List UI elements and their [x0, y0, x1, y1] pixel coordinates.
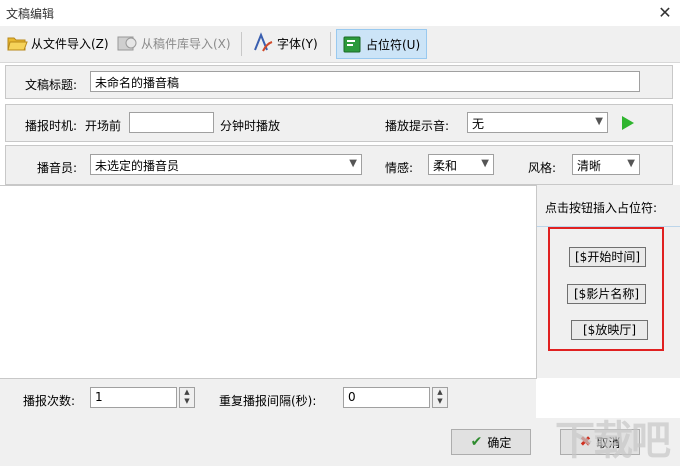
toolbar-divider: [241, 32, 242, 56]
emotion-select[interactable]: 柔和 ▼: [428, 154, 494, 175]
placeholder-button[interactable]: 占位符(U): [336, 29, 428, 59]
placeholder-label: 占位符(U): [366, 37, 421, 52]
minutes-input[interactable]: [129, 112, 214, 133]
window-title: 文稿编辑: [6, 7, 55, 21]
announcer-value: 未选定的播音员: [95, 159, 180, 173]
green-book-icon: [343, 36, 361, 53]
minutes-label: 分钟时播放: [220, 119, 281, 133]
interval-input[interactable]: 0: [343, 387, 430, 408]
import-file-button[interactable]: 从文件导入(Z): [6, 29, 109, 57]
toolbar-divider: [330, 32, 331, 56]
watermark: 下载吧: [555, 418, 671, 464]
toolbar: 从文件导入(Z) 从稿件库导入(X) 字体(Y) 占位符(U): [0, 26, 680, 63]
emotion-label: 情感:: [385, 161, 414, 175]
import-library-button[interactable]: 从稿件库导入(X): [116, 29, 231, 57]
title-label: 文稿标题:: [25, 78, 78, 92]
import-library-label: 从稿件库导入(X): [141, 36, 231, 51]
ok-label: 确定: [487, 435, 512, 450]
announcer-select[interactable]: 未选定的播音员 ▼: [90, 154, 362, 175]
repeat-row: 播报次数: 1 ▲ ▼ 重复播报间隔(秒): 0 ▲ ▼: [0, 378, 536, 419]
close-icon[interactable]: ✕: [650, 0, 680, 26]
sound-value: 无: [472, 117, 485, 131]
before-label: 开场前: [85, 119, 122, 133]
font-button[interactable]: 字体(Y): [252, 29, 318, 57]
timing-row: 播报时机: 开场前 分钟时播放 播放提示音: 无 ▼: [5, 104, 673, 142]
time-label: 播报时机:: [25, 119, 78, 133]
count-label: 播报次数:: [23, 394, 76, 408]
import-file-label: 从文件导入(Z): [31, 36, 109, 51]
title-bar: 文稿编辑 ✕: [0, 0, 680, 26]
chevron-down-icon: ▼: [481, 158, 489, 169]
ok-button[interactable]: ✔ 确定: [451, 429, 531, 455]
style-value: 清晰: [577, 159, 602, 173]
sound-select[interactable]: 无 ▼: [467, 112, 608, 133]
sound-label: 播放提示音:: [385, 119, 450, 133]
check-icon: ✔: [470, 434, 483, 450]
emotion-value: 柔和: [433, 159, 458, 173]
chevron-down-icon: ▼: [349, 158, 357, 169]
insert-movie-name-button[interactable]: [$影片名称]: [567, 284, 646, 304]
folder-open-icon: [7, 37, 28, 51]
chevron-down-icon: ▼: [595, 116, 603, 127]
style-select[interactable]: 清晰 ▼: [572, 154, 640, 175]
interval-label: 重复播报间隔(秒):: [219, 394, 317, 408]
font-label: 字体(Y): [277, 36, 318, 51]
announcer-label: 播音员:: [37, 161, 78, 175]
style-label: 风格:: [528, 161, 557, 175]
title-row: 文稿标题: 未命名的播音稿: [5, 65, 673, 99]
count-input[interactable]: 1: [90, 387, 177, 408]
library-icon: [117, 36, 137, 51]
insert-start-time-button[interactable]: [$开始时间]: [569, 247, 646, 267]
chevron-down-icon: ▼: [627, 158, 635, 169]
dialog-window: 文稿编辑 ✕ 从文件导入(Z) 从稿件库导入(X) 字体(Y) 占位符(U) 文…: [0, 0, 680, 466]
insert-hall-button[interactable]: [$放映厅]: [571, 320, 648, 340]
announcer-row: 播音员: 未选定的播音员 ▼ 情感: 柔和 ▼ 风格: 清晰 ▼: [5, 145, 673, 185]
interval-spinner[interactable]: ▲ ▼: [432, 387, 448, 408]
content-editor[interactable]: [0, 185, 537, 379]
count-spinner[interactable]: ▲ ▼: [179, 387, 195, 408]
title-input[interactable]: 未命名的播音稿: [90, 71, 640, 92]
placeholder-hint: 点击按钮插入占位符:: [545, 201, 658, 215]
play-icon[interactable]: [621, 115, 635, 131]
font-icon: [254, 32, 273, 52]
